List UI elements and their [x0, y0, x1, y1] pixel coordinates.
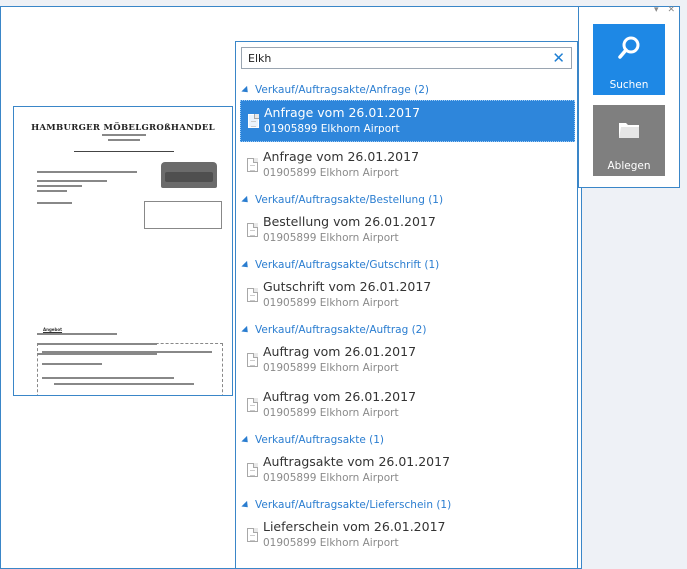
result-subtitle: 01905899 Elkhorn Airport [263, 407, 399, 419]
result-title: Anfrage vom 26.01.2017 [264, 105, 421, 120]
result-subtitle: 01905899 Elkhorn Airport [263, 167, 399, 179]
result-title: Auftrag vom 26.01.2017 [263, 389, 417, 404]
group-header[interactable]: Verkauf/Auftragsakte/Lieferschein (1) [236, 495, 577, 515]
search-results-panel: ✕ Verkauf/Auftragsakte/Anfrage (2) Anfrag… [235, 41, 578, 569]
result-title: Anfrage vom 26.01.2017 [263, 149, 420, 164]
result-subtitle: 01905899 Elkhorn Airport [263, 362, 399, 374]
result-subtitle: 01905899 Elkhorn Airport [264, 123, 400, 135]
result-item[interactable]: Auftrag vom 26.01.2017 01905899 Elkhorn A… [240, 385, 575, 427]
preview-info-box [144, 201, 222, 229]
collapse-triangle-icon[interactable] [241, 435, 251, 445]
result-title: Lieferschein vom 26.01.2017 [263, 519, 446, 534]
group-header[interactable]: Verkauf/Auftragsakte/Gutschrift (1) [236, 255, 577, 275]
search-button-label: Suchen [609, 79, 649, 91]
result-title: Auftrag vom 26.01.2017 [263, 344, 417, 359]
group-header[interactable]: Verkauf/Auftragsakte/Auftrag (2) [236, 320, 577, 340]
group-header-label: Verkauf/Auftragsakte/Bestellung (1) [255, 194, 444, 206]
collapse-triangle-icon[interactable] [241, 500, 251, 510]
preview-divider [74, 151, 174, 152]
group-header-label: Verkauf/Auftragsakte (1) [255, 434, 385, 446]
file-button-label: Ablegen [607, 160, 651, 172]
clear-search-icon[interactable]: ✕ [552, 49, 565, 67]
result-item[interactable]: Auftragsakte vom 26.01.2017 01905899 Elkh… [240, 450, 575, 492]
result-item[interactable]: Anfrage vom 26.01.2017 01905899 Elkhorn A… [240, 145, 575, 187]
document-icon [247, 463, 258, 477]
result-subtitle: 01905899 Elkhorn Airport [263, 472, 399, 484]
document-icon [247, 353, 258, 367]
collapse-triangle-icon[interactable] [241, 325, 251, 335]
search-box: ✕ [241, 47, 572, 69]
result-item[interactable]: Lieferschein vom 26.01.2017 01905899 Elkh… [240, 515, 575, 557]
result-title: Auftragsakte vom 26.01.2017 [263, 454, 451, 469]
group-header-label: Verkauf/Auftragsakte/Auftrag (2) [255, 324, 427, 336]
file-button[interactable]: Ablegen [593, 105, 665, 176]
collapse-triangle-icon[interactable] [241, 195, 251, 205]
dropdown-icon[interactable]: ▾ [654, 5, 659, 15]
document-icon [247, 158, 258, 172]
search-input[interactable] [242, 48, 548, 68]
result-title: Bestellung vom 26.01.2017 [263, 214, 436, 229]
document-preview[interactable]: HAMBURGER MÖBELGROßHANDEL Angebot [13, 106, 233, 396]
group-header[interactable]: Verkauf/Auftragsakte (1) [236, 430, 577, 450]
result-item[interactable]: Anfrage vom 26.01.2017 01905899 Elkhorn A… [240, 100, 575, 142]
result-title: Gutschrift vom 26.01.2017 [263, 279, 432, 294]
result-subtitle: 01905899 Elkhorn Airport [263, 297, 399, 309]
action-panel: ▾ ✕ Suchen Ablegen [578, 5, 680, 188]
group-header[interactable]: Verkauf/Auftragsakte/Anfrage (2) [236, 80, 577, 100]
group-header[interactable]: Verkauf/Auftragsakte/Bestellung (1) [236, 190, 577, 210]
result-subtitle: 01905899 Elkhorn Airport [263, 232, 399, 244]
document-icon [247, 288, 258, 302]
preview-company-name: HAMBURGER MÖBELGROßHANDEL [31, 123, 215, 133]
group-header-label: Verkauf/Auftragsakte/Anfrage (2) [255, 84, 429, 96]
document-icon [247, 528, 258, 542]
collapse-triangle-icon[interactable] [241, 260, 251, 270]
preview-heading: Angebot [43, 327, 63, 332]
magnifier-icon [618, 36, 640, 59]
result-subtitle: 01905899 Elkhorn Airport [263, 537, 399, 549]
preview-sofa-image [161, 162, 217, 188]
result-item[interactable]: Bestellung vom 26.01.2017 01905899 Elkhor… [240, 210, 575, 252]
results-list: Verkauf/Auftragsakte/Anfrage (2) Anfrage … [236, 80, 577, 560]
document-icon [248, 114, 259, 128]
document-icon [247, 223, 258, 237]
result-item[interactable]: Auftrag vom 26.01.2017 01905899 Elkhorn A… [240, 340, 575, 382]
group-header-label: Verkauf/Auftragsakte/Gutschrift (1) [255, 259, 440, 271]
search-button[interactable]: Suchen [593, 24, 665, 95]
result-item[interactable]: Gutschrift vom 26.01.2017 01905899 Elkhor… [240, 275, 575, 317]
collapse-triangle-icon[interactable] [241, 85, 251, 95]
group-header-label: Verkauf/Auftragsakte/Lieferschein (1) [255, 499, 452, 511]
folder-icon [619, 123, 639, 138]
close-icon[interactable]: ✕ [667, 5, 675, 15]
document-icon [247, 398, 258, 412]
panel-controls: ▾ ✕ [648, 5, 675, 15]
